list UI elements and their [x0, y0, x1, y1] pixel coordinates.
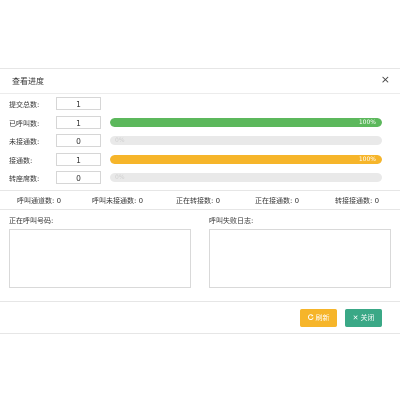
calling-numbers-box[interactable]: [9, 229, 191, 288]
close-icon: ✕: [352, 314, 359, 322]
row-label: 提交总数:: [9, 101, 40, 109]
row-value: 0: [56, 171, 101, 184]
stat-connecting: 正在接通数: 0: [255, 197, 300, 205]
progress-percent: 0%: [115, 174, 125, 181]
row-label: 未接通数:: [9, 138, 40, 146]
progress-dialog: 查看进度 × 提交总数: 1 已呼叫数: 1 100% 未接通数: 0 0% 接…: [0, 68, 400, 334]
footer-divider: [0, 301, 400, 302]
dialog-title: 查看进度: [12, 77, 44, 86]
progress-fill: [110, 118, 382, 127]
fail-log-box[interactable]: [209, 229, 391, 288]
row-value: 1: [56, 153, 101, 166]
row-unanswered: 未接通数: 0 0%: [0, 134, 400, 148]
stats-bar: 呼叫通道数: 0 呼叫未接通数: 0 正在转接数: 0 正在接通数: 0 转接接…: [0, 190, 400, 210]
row-label: 转座席数:: [9, 175, 40, 183]
row-label: 已呼叫数:: [9, 120, 40, 128]
row-label: 接通数:: [9, 157, 33, 165]
close-button[interactable]: ✕ 关闭: [345, 309, 382, 327]
fail-log-label: 呼叫失败日志:: [209, 217, 254, 225]
close-label: 关闭: [360, 314, 375, 322]
refresh-label: 刷新: [315, 314, 330, 322]
progress-percent: 0%: [115, 137, 125, 144]
dialog-header: 查看进度 ×: [0, 69, 400, 94]
progress-percent: 100%: [358, 119, 376, 126]
stat-transfer-connected: 转接接通数: 0: [335, 197, 380, 205]
row-called: 已呼叫数: 1 100%: [0, 116, 400, 130]
progress-fill: [110, 155, 382, 164]
row-value: 1: [56, 116, 101, 129]
stat-unanswered: 呼叫未接通数: 0: [92, 197, 144, 205]
row-transferred: 转座席数: 0 0%: [0, 171, 400, 185]
row-submitted: 提交总数: 1: [0, 97, 400, 111]
row-value: 0: [56, 134, 101, 147]
progress-bar: 0%: [110, 136, 382, 145]
stat-call-channels: 呼叫通道数: 0: [17, 197, 62, 205]
progress-bar: 0%: [110, 173, 382, 182]
refresh-icon: [307, 309, 314, 327]
refresh-button[interactable]: 刷新: [300, 309, 337, 327]
progress-bar: 100%: [110, 118, 382, 127]
stat-transferring: 正在转接数: 0: [176, 197, 221, 205]
row-value: 1: [56, 97, 101, 110]
row-connected: 接通数: 1 100%: [0, 153, 400, 167]
calling-numbers-label: 正在呼叫号码:: [9, 217, 54, 225]
close-icon[interactable]: ×: [381, 74, 390, 86]
progress-bar: 100%: [110, 155, 382, 164]
progress-percent: 100%: [358, 156, 376, 163]
